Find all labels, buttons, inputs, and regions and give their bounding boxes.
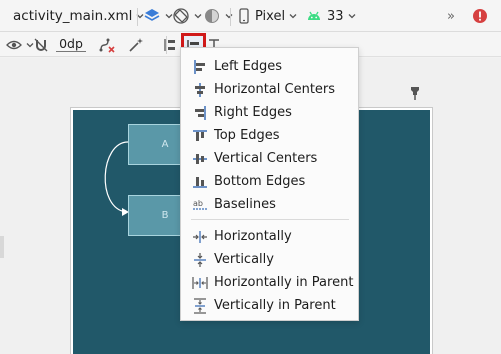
- menu-item-center-vertically[interactable]: Vertically: [181, 248, 358, 271]
- overflow-chevrons: »: [447, 8, 455, 24]
- menu-item-label: Top Edges: [214, 128, 280, 143]
- device-name: Pixel: [255, 8, 286, 24]
- design-toolbar: activity_main.xml Pixel 33 »: [0, 0, 501, 32]
- align-left-edges-icon: [194, 60, 205, 74]
- toolbar-divider: [137, 8, 138, 26]
- menu-item-center-horizontally[interactable]: Horizontally: [181, 225, 358, 248]
- default-margin-field[interactable]: 0dp: [56, 36, 86, 52]
- menu-item-center-horizontally-in-parent[interactable]: Horizontally in Parent: [181, 271, 358, 294]
- eye-icon: [6, 40, 22, 49]
- constraint-connector: [104, 141, 129, 216]
- menu-item-horizontal-centers[interactable]: Horizontal Centers: [181, 78, 358, 101]
- align-right-edges-icon: [195, 106, 206, 120]
- menu-item-bottom-edges[interactable]: Bottom Edges: [181, 170, 358, 193]
- svg-text:ab: ab: [193, 199, 203, 208]
- align-bottom-edges-icon: [193, 177, 207, 188]
- chevron-down-icon: [194, 14, 202, 19]
- pack-icon: [164, 38, 175, 51]
- align-horizontal-centers-icon: [195, 83, 205, 97]
- night-mode-icon: [205, 9, 219, 23]
- align-top-edges-icon: [193, 130, 207, 141]
- android-icon: [308, 11, 320, 20]
- menu-item-baselines[interactable]: ab Baselines: [181, 193, 358, 216]
- chevron-down-icon: [289, 14, 297, 19]
- device-selector[interactable]: Pixel: [238, 0, 298, 32]
- magnet-off-icon: [34, 38, 48, 51]
- view-options-button[interactable]: [6, 32, 35, 57]
- menu-item-right-edges[interactable]: Right Edges: [181, 101, 358, 124]
- center-vertically-icon: [194, 253, 206, 267]
- menu-item-label: Horizontally in Parent: [214, 275, 354, 290]
- menu-item-vertical-centers[interactable]: Vertical Centers: [181, 147, 358, 170]
- menu-item-left-edges[interactable]: Left Edges: [181, 55, 358, 78]
- layers-icon: [144, 9, 160, 21]
- toolbar-overflow-button[interactable]: »: [447, 0, 455, 32]
- menu-item-label: Vertically in Parent: [214, 298, 336, 313]
- menu-item-label: Bottom Edges: [214, 174, 306, 189]
- chevron-down-icon: [348, 14, 356, 19]
- menu-item-label: Horizontally: [214, 229, 292, 244]
- widget-a-label: A: [161, 139, 169, 150]
- file-selector[interactable]: activity_main.xml: [13, 0, 145, 32]
- center-vertically-in-parent-icon: [194, 298, 206, 314]
- rotate-device-icon: [173, 8, 189, 24]
- menu-divider: [191, 219, 349, 220]
- orientation-button[interactable]: [172, 0, 203, 32]
- layout-editor: activity_main.xml Pixel 33 » 0dp A B Lef…: [0, 0, 501, 354]
- pack-button[interactable]: [162, 32, 178, 57]
- menu-item-top-edges[interactable]: Top Edges: [181, 124, 358, 147]
- center-horizontally-in-parent-icon: [192, 277, 208, 289]
- canvas-pin-button[interactable]: [408, 84, 422, 102]
- api-level-label: 33: [327, 8, 344, 24]
- menu-item-center-vertically-in-parent[interactable]: Vertically in Parent: [181, 294, 358, 317]
- phone-icon: [239, 8, 249, 24]
- infer-constraints-button[interactable]: [128, 32, 144, 57]
- file-name-label: activity_main.xml: [13, 8, 133, 24]
- align-menu: Left Edges Horizontal Centers Right Edge…: [180, 47, 359, 321]
- error-icon: [473, 9, 487, 23]
- menu-item-label: Horizontal Centers: [214, 82, 336, 97]
- menu-item-label: Left Edges: [214, 59, 283, 74]
- toolbar-divider: [230, 8, 231, 26]
- menu-item-label: Right Edges: [214, 105, 292, 120]
- issues-button[interactable]: [472, 0, 488, 32]
- menu-item-label: Baselines: [214, 197, 276, 212]
- align-vertical-centers-icon: [193, 154, 207, 164]
- canvas-gutter: [0, 236, 4, 258]
- design-surface-button[interactable]: [143, 0, 174, 32]
- pin-icon: [411, 87, 419, 100]
- clear-constraints-icon: [99, 38, 115, 53]
- magic-wand-icon: [129, 37, 143, 52]
- align-baselines-icon: ab: [193, 199, 207, 210]
- autoconnect-button[interactable]: [33, 32, 49, 57]
- api-level-selector[interactable]: 33: [306, 0, 357, 32]
- widget-b-label: B: [161, 210, 169, 221]
- center-horizontally-icon: [193, 231, 207, 243]
- menu-item-label: Vertically: [214, 252, 274, 267]
- menu-item-label: Vertical Centers: [214, 151, 318, 166]
- clear-constraints-button[interactable]: [98, 32, 116, 57]
- chevron-down-icon: [225, 14, 233, 19]
